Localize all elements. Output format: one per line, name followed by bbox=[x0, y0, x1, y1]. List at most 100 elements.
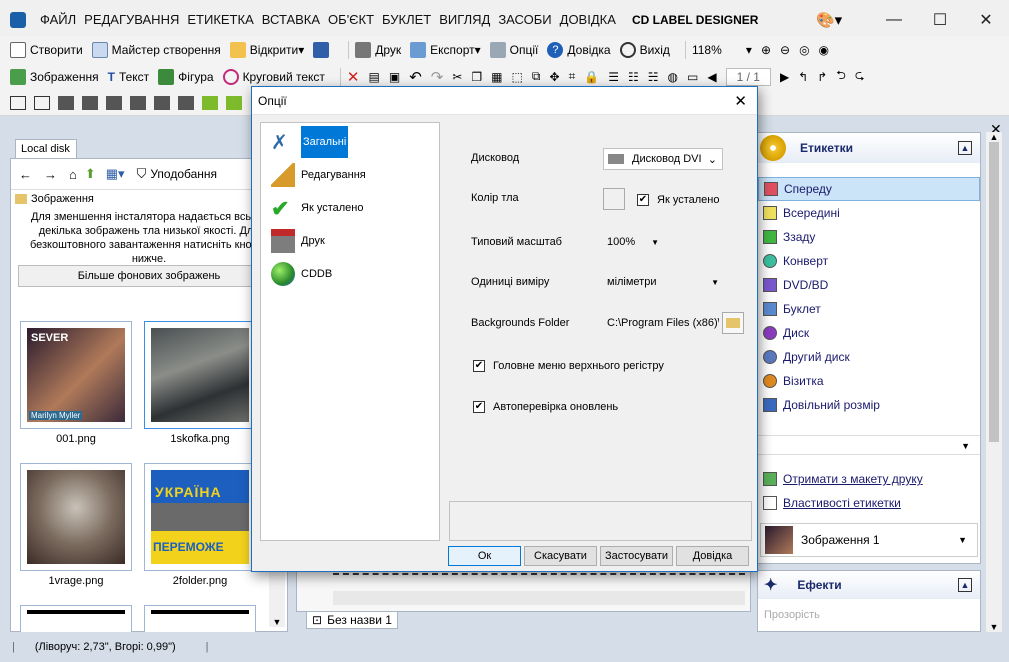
thumbnail-partial[interactable] bbox=[20, 605, 132, 633]
select-icon[interactable]: ⬚ bbox=[512, 70, 523, 84]
label-item-booklet[interactable]: Буклет bbox=[758, 297, 980, 321]
ok-button[interactable]: Ок bbox=[448, 546, 521, 566]
open-button[interactable]: Відкрити ▾ bbox=[229, 41, 304, 58]
padlock-icon[interactable]: 🔒 bbox=[584, 70, 599, 84]
next-page-icon[interactable]: ▶ bbox=[780, 70, 789, 84]
insert-image-button[interactable]: Зображення bbox=[10, 68, 99, 85]
zoom-fit-icon[interactable]: ◎ bbox=[799, 43, 809, 57]
menu-edit[interactable]: Редагування bbox=[84, 12, 179, 27]
bg-folder-input[interactable]: C:\Program Files (x86)\ bbox=[603, 313, 719, 333]
zoom-select[interactable]: 118% ▾ bbox=[692, 43, 752, 57]
label-properties-link[interactable]: Властивості етикетки bbox=[758, 491, 980, 515]
cut-icon[interactable]: ✂ bbox=[452, 70, 462, 84]
list-icon[interactable]: ☰ bbox=[608, 70, 619, 84]
cd-icon[interactable]: ◍ bbox=[668, 70, 678, 84]
bookmark-icon[interactable]: ⛉ bbox=[137, 166, 147, 182]
label-item-business-card[interactable]: Візитка bbox=[758, 369, 980, 393]
undo-icon[interactable]: ↶ bbox=[409, 68, 422, 86]
thumbnail-001[interactable]: SEVER Marilyn Myller bbox=[20, 321, 132, 429]
drive-select[interactable]: Дисковод DVI ⌄ bbox=[603, 148, 723, 170]
label-dropdown[interactable]: ▼ bbox=[758, 435, 980, 455]
insert-shape-button[interactable]: Фігура bbox=[158, 68, 214, 85]
label-item-back[interactable]: Ззаду bbox=[758, 225, 980, 249]
remove-list-icon[interactable]: ☵ bbox=[648, 70, 659, 84]
insert-circular-text-button[interactable]: Круговий текст bbox=[222, 68, 325, 85]
menu-view[interactable]: Вигляд bbox=[439, 12, 490, 27]
properties-icon[interactable]: ▤ bbox=[369, 70, 380, 84]
category-print[interactable]: Друк bbox=[261, 224, 439, 257]
tab-local-disk[interactable]: Local disk bbox=[15, 139, 77, 159]
tab-untitled-1[interactable]: ⊡ Без назви 1 bbox=[306, 611, 398, 629]
default-zoom-select[interactable]: 100% ▼ bbox=[603, 232, 663, 252]
align-right-icon[interactable] bbox=[106, 95, 122, 110]
collapse-icon[interactable]: ▲ bbox=[958, 578, 972, 592]
label-item-envelope[interactable]: Конверт bbox=[758, 249, 980, 273]
group-icon[interactable]: ⧉ bbox=[532, 69, 541, 84]
flip-right-icon[interactable]: ⮎ bbox=[855, 66, 865, 87]
home-icon[interactable]: ⌂ bbox=[69, 167, 77, 182]
menu-tools[interactable]: Засоби bbox=[498, 12, 551, 27]
more-backgrounds-button[interactable]: Більше фонових зображень bbox=[18, 265, 280, 287]
object-selector[interactable]: Зображення 1 ▼ bbox=[760, 523, 978, 557]
folder-up-icon[interactable]: ⬆ bbox=[85, 166, 96, 182]
uppercase-menu-checkbox[interactable]: ✔ Головне меню верхнього регістру bbox=[473, 360, 664, 372]
category-general[interactable]: ✗ Загальні bbox=[261, 125, 439, 158]
dialog-close-icon[interactable]: ✕ bbox=[734, 92, 747, 110]
right-scrollbar[interactable]: ▲ ▼ bbox=[986, 132, 1002, 632]
align-bottom-icon[interactable] bbox=[178, 95, 194, 110]
flip-left-icon[interactable]: ⮌ bbox=[836, 66, 846, 87]
thumbnail-partial[interactable] bbox=[144, 605, 256, 633]
back-icon[interactable]: ← bbox=[19, 167, 32, 182]
minimize-button[interactable]: — bbox=[871, 0, 917, 40]
category-editing[interactable]: Редагування bbox=[261, 158, 439, 191]
category-defaults[interactable]: ✔ Як усталено bbox=[261, 191, 439, 224]
units-select[interactable]: міліметри ▼ bbox=[603, 272, 723, 292]
insert-text-button[interactable]: T Текст bbox=[108, 70, 150, 84]
menu-label[interactable]: Етикетка bbox=[187, 12, 253, 27]
ungroup-icon[interactable]: ✥ bbox=[549, 70, 559, 84]
auto-update-checkbox[interactable]: ✔ Автоперевірка оновлень bbox=[473, 401, 618, 413]
close-window-button[interactable]: ✕ bbox=[963, 0, 1009, 40]
wizard-button[interactable]: Майстер створення bbox=[91, 41, 221, 58]
label-item-second-disc[interactable]: Другий диск bbox=[758, 345, 980, 369]
exit-button[interactable]: Вихід bbox=[619, 41, 670, 58]
label-item-custom-size[interactable]: Довільний розмір bbox=[758, 393, 980, 417]
add-list-icon[interactable]: ☷ bbox=[628, 70, 639, 84]
copy-icon[interactable]: ❐ bbox=[471, 70, 482, 84]
save-button[interactable] bbox=[313, 41, 333, 58]
menu-booklet[interactable]: Буклет bbox=[382, 12, 431, 27]
label-item-dvd[interactable]: DVD/BD bbox=[758, 273, 980, 297]
layout-icon[interactable]: ▭ bbox=[687, 70, 698, 84]
lock-icon[interactable]: ▣ bbox=[389, 70, 400, 84]
menu-file[interactable]: Файл bbox=[40, 12, 76, 27]
favorites-button[interactable]: Уподобання bbox=[150, 167, 217, 181]
thumbnail-1skofka[interactable] bbox=[144, 321, 256, 429]
bg-color-swatch[interactable] bbox=[603, 188, 625, 210]
browse-folder-button[interactable] bbox=[722, 312, 744, 334]
category-cddb[interactable]: CDDB bbox=[261, 257, 439, 290]
scrollbar-thumb[interactable] bbox=[989, 142, 999, 442]
options-button[interactable]: Опції bbox=[489, 41, 538, 58]
crop-icon[interactable]: ⌗ bbox=[569, 69, 576, 84]
prev-page-icon[interactable]: ◀ bbox=[707, 70, 716, 84]
thumbnail-1vrage[interactable] bbox=[20, 463, 132, 571]
effects-header[interactable]: ✦ Ефекти ▲ bbox=[758, 571, 980, 599]
thumbnail-2folder[interactable]: УКРАЇНА ПЕРЕМОЖЕ bbox=[144, 463, 256, 571]
print-button[interactable]: Друк bbox=[355, 41, 401, 58]
bg-default-checkbox[interactable]: ✔ Як усталено bbox=[637, 194, 719, 206]
menu-help[interactable]: Довідка bbox=[560, 12, 616, 27]
redo-icon[interactable]: ↷ bbox=[431, 68, 444, 86]
rotate-left-icon[interactable]: ↰ bbox=[798, 70, 808, 84]
align-middle-icon[interactable] bbox=[154, 95, 170, 110]
zoom-page-icon[interactable]: ◉ bbox=[819, 43, 829, 57]
align-height-icon[interactable] bbox=[34, 95, 50, 110]
dialog-help-button[interactable]: Довідка bbox=[676, 546, 749, 566]
maximize-button[interactable]: ☐ bbox=[917, 0, 963, 40]
bring-front-icon[interactable] bbox=[202, 95, 218, 110]
label-item-disc[interactable]: Диск bbox=[758, 321, 980, 345]
page-counter[interactable]: 1 / 1 bbox=[725, 67, 771, 86]
align-left-icon[interactable] bbox=[58, 95, 74, 110]
create-button[interactable]: Створити bbox=[10, 41, 83, 58]
zoom-out-icon[interactable]: ⊖ bbox=[780, 43, 790, 57]
canvas-horizontal-scrollbar[interactable] bbox=[333, 591, 745, 605]
